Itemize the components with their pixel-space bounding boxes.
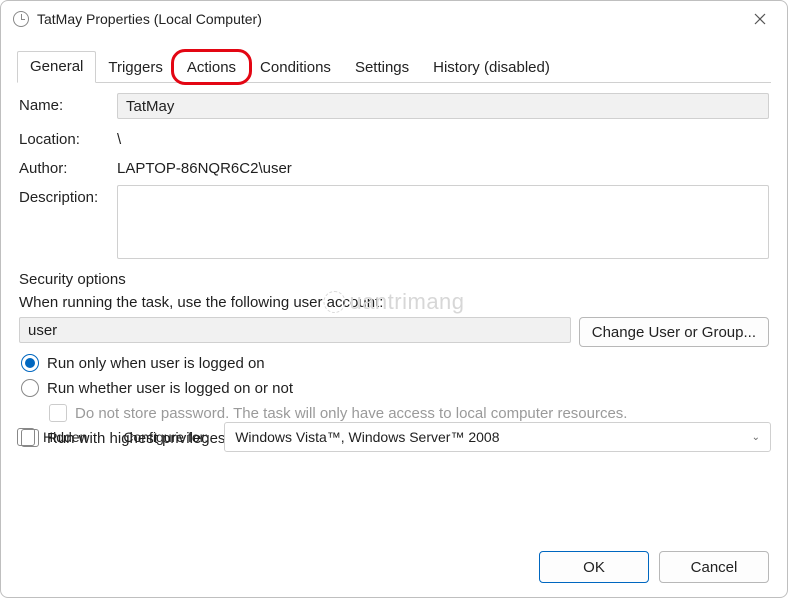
checkbox-hidden[interactable]	[17, 428, 35, 446]
configure-for-select[interactable]: Windows Vista™, Windows Server™ 2008 ⌄	[224, 422, 771, 452]
radio-run-logged-on-label: Run only when user is logged on	[47, 355, 265, 372]
configure-for-value: Windows Vista™, Windows Server™ 2008	[235, 429, 499, 445]
name-input[interactable]: TatMay	[117, 93, 769, 119]
checkbox-hidden-label: Hidden	[43, 429, 87, 445]
change-user-button[interactable]: Change User or Group...	[579, 317, 769, 347]
location-label: Location:	[19, 127, 117, 148]
description-input[interactable]	[117, 185, 769, 259]
tab-strip: General Triggers Actions Conditions Sett…	[17, 49, 771, 83]
security-subtext: When running the task, use the following…	[19, 294, 769, 311]
configure-for-label: Configure for:	[123, 429, 208, 445]
cancel-button[interactable]: Cancel	[659, 551, 769, 583]
radio-run-logged-on[interactable]	[21, 354, 39, 372]
tab-history[interactable]: History (disabled)	[421, 53, 562, 83]
ok-button[interactable]: OK	[539, 551, 649, 583]
author-value: LAPTOP-86NQR6C2\user	[117, 156, 292, 177]
window-title: TatMay Properties (Local Computer)	[37, 11, 262, 27]
tab-triggers[interactable]: Triggers	[96, 53, 174, 83]
close-icon	[754, 13, 766, 25]
location-value: \	[117, 127, 121, 148]
description-label: Description:	[19, 185, 117, 206]
security-heading: Security options	[19, 271, 769, 288]
properties-dialog: TatMay Properties (Local Computer) Gener…	[0, 0, 788, 598]
radio-run-whether-label: Run whether user is logged on or not	[47, 380, 293, 397]
checkbox-no-store-password	[49, 404, 67, 422]
tab-settings[interactable]: Settings	[343, 53, 421, 83]
clock-icon	[13, 11, 29, 27]
close-button[interactable]	[745, 4, 775, 34]
tab-actions[interactable]: Actions	[175, 53, 248, 83]
titlebar: TatMay Properties (Local Computer)	[1, 1, 787, 37]
name-label: Name:	[19, 93, 117, 114]
chevron-down-icon: ⌄	[752, 432, 760, 443]
tab-general[interactable]: General	[17, 51, 96, 83]
tab-conditions[interactable]: Conditions	[248, 53, 343, 83]
author-label: Author:	[19, 156, 117, 177]
checkbox-no-store-password-label: Do not store password. The task will onl…	[75, 405, 627, 422]
user-account-input[interactable]: user	[19, 317, 571, 343]
radio-run-whether[interactable]	[21, 379, 39, 397]
